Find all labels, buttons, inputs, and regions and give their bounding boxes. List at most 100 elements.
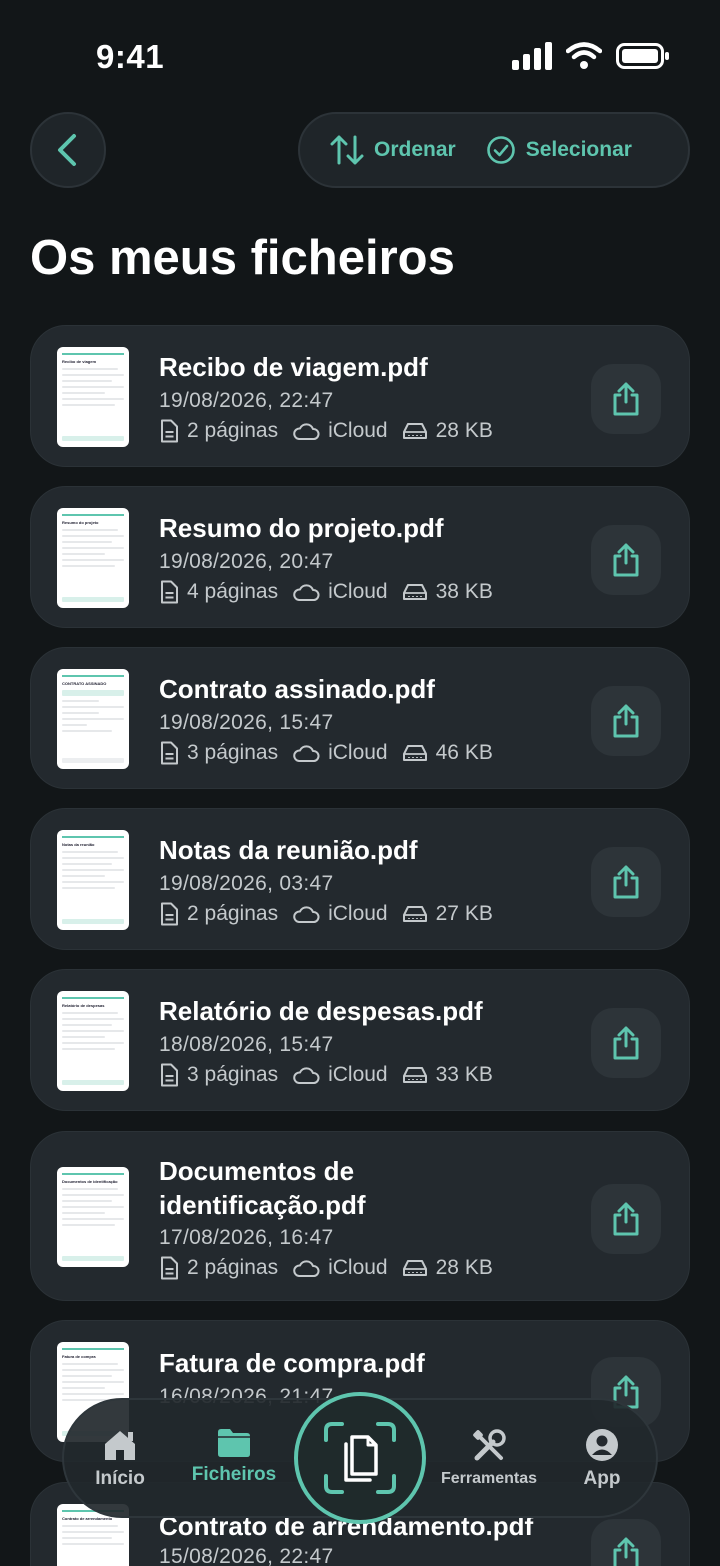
hard-drive-icon xyxy=(402,423,427,439)
share-button[interactable] xyxy=(591,686,661,756)
file-name: Notas da reunião.pdf xyxy=(159,835,418,865)
home-icon xyxy=(105,1431,135,1460)
file-size: 27 KB xyxy=(435,902,493,925)
file-name-line: identificação.pdf xyxy=(159,1190,366,1220)
wifi-icon xyxy=(566,42,602,69)
storage-location: iCloud xyxy=(328,419,388,442)
storage-location: iCloud xyxy=(328,1063,388,1086)
file-name: Relatório de despesas.pdf xyxy=(159,996,483,1026)
file-thumbnail: Resumo do projeto xyxy=(57,508,129,608)
hard-drive-icon xyxy=(402,1067,427,1083)
cellular-signal-icon xyxy=(512,42,552,70)
sort-button[interactable]: Ordenar xyxy=(330,135,456,165)
share-icon xyxy=(613,1026,639,1060)
page-count: 2 páginas xyxy=(187,419,279,442)
share-icon xyxy=(613,382,639,416)
file-meta: 2 páginas iCloud 28 KB xyxy=(159,419,507,443)
storage-location: iCloud xyxy=(328,1256,388,1279)
file-thumbnail: Notas da reunião xyxy=(57,830,129,930)
share-button[interactable] xyxy=(591,364,661,434)
share-icon xyxy=(613,704,639,738)
cloud-icon xyxy=(293,745,320,762)
cloud-icon xyxy=(293,1260,320,1277)
file-size: 33 KB xyxy=(435,1063,493,1086)
file-thumbnail: CONTRATO ASSINADO xyxy=(57,669,129,769)
file-meta: 2 páginas iCloud 28 KB xyxy=(159,1256,507,1280)
hard-drive-icon xyxy=(402,584,427,600)
page-title: Os meus ficheiros xyxy=(30,231,455,285)
select-label: Selecionar xyxy=(525,138,632,161)
file-item[interactable]: CONTRATO ASSINADO Contrato assinado.pdf … xyxy=(30,647,690,789)
file-thumbnail: Documentos de identificação xyxy=(57,1167,129,1267)
scan-document-icon xyxy=(324,1422,396,1494)
tab-app[interactable]: App xyxy=(574,1428,630,1490)
file-size: 28 KB xyxy=(435,1256,493,1279)
file-date: 19/08/2026, 20:47 xyxy=(159,550,334,573)
tab-tools[interactable]: Ferramentas xyxy=(436,1428,542,1488)
file-thumbnail: Relatório de despesas xyxy=(57,991,129,1091)
hard-drive-icon xyxy=(402,1260,427,1276)
file-item[interactable]: Recibo de viagem Recibo de viagem.pdf 19… xyxy=(30,325,690,467)
file-item[interactable]: Notas da reunião Notas da reunião.pdf 19… xyxy=(30,808,690,950)
hard-drive-icon xyxy=(402,745,427,761)
document-icon xyxy=(161,580,178,604)
file-size: 38 KB xyxy=(435,580,493,603)
tab-label: Ficheiros xyxy=(191,1464,277,1485)
page-count: 2 páginas xyxy=(187,902,279,925)
scan-document-button[interactable] xyxy=(294,1392,426,1524)
file-date: 19/08/2026, 22:47 xyxy=(159,389,334,412)
document-icon xyxy=(161,1256,178,1280)
page-count: 2 páginas xyxy=(187,1256,279,1279)
share-button[interactable] xyxy=(591,1519,661,1566)
file-item[interactable]: Relatório de despesas Relatório de despe… xyxy=(30,969,690,1111)
status-bar: 9:41 xyxy=(0,0,720,110)
check-circle-icon xyxy=(486,136,515,164)
cloud-icon xyxy=(293,906,320,923)
status-time: 9:41 xyxy=(96,38,165,75)
account-icon xyxy=(586,1429,618,1461)
file-date: 19/08/2026, 03:47 xyxy=(159,872,334,895)
select-button[interactable]: Selecionar xyxy=(486,135,632,165)
hard-drive-icon xyxy=(402,906,427,922)
cloud-icon xyxy=(293,584,320,601)
share-icon xyxy=(613,543,639,577)
tab-home[interactable]: Início xyxy=(90,1428,150,1490)
page-count: 3 páginas xyxy=(187,1063,279,1086)
share-button[interactable] xyxy=(591,525,661,595)
file-thumbnail: Recibo de viagem xyxy=(57,347,129,447)
back-button[interactable] xyxy=(30,112,106,188)
file-size: 28 KB xyxy=(435,419,493,442)
file-name: Contrato assinado.pdf xyxy=(159,674,435,704)
file-item[interactable]: Documentos de identificação Documentos d… xyxy=(30,1131,690,1301)
file-name-line: Documentos de xyxy=(159,1156,355,1186)
tab-label: Início xyxy=(95,1468,145,1489)
folder-icon xyxy=(218,1429,250,1457)
share-button[interactable] xyxy=(591,1184,661,1254)
file-meta: 3 páginas iCloud 33 KB xyxy=(159,1063,507,1087)
file-date: 19/08/2026, 15:47 xyxy=(159,711,334,734)
status-icons xyxy=(512,42,670,70)
file-meta: 4 páginas iCloud 38 KB xyxy=(159,580,507,604)
page-count: 4 páginas xyxy=(187,580,279,603)
file-name: Documentos de identificação.pdf xyxy=(159,1154,366,1222)
file-meta: 3 páginas iCloud 46 KB xyxy=(159,741,507,765)
storage-location: iCloud xyxy=(328,580,388,603)
file-date: 17/08/2026, 16:47 xyxy=(159,1226,334,1249)
file-item[interactable]: Resumo do projeto Resumo do projeto.pdf … xyxy=(30,486,690,628)
file-size: 46 KB xyxy=(435,741,493,764)
chevron-left-icon xyxy=(58,134,76,166)
share-button[interactable] xyxy=(591,847,661,917)
file-date: 18/08/2026, 15:47 xyxy=(159,1033,334,1056)
tab-files[interactable]: Ficheiros xyxy=(188,1428,280,1486)
file-date: 15/08/2026, 22:47 xyxy=(159,1545,334,1566)
file-meta: 2 páginas iCloud 27 KB xyxy=(159,902,507,926)
tab-label: App xyxy=(583,1468,621,1489)
document-icon xyxy=(161,902,178,926)
share-icon xyxy=(613,865,639,899)
cloud-icon xyxy=(293,1067,320,1084)
share-button[interactable] xyxy=(591,1008,661,1078)
document-icon xyxy=(161,1063,178,1087)
share-icon xyxy=(613,1537,639,1566)
storage-location: iCloud xyxy=(328,741,388,764)
toolbar-actions: Ordenar Selecionar xyxy=(298,112,690,188)
